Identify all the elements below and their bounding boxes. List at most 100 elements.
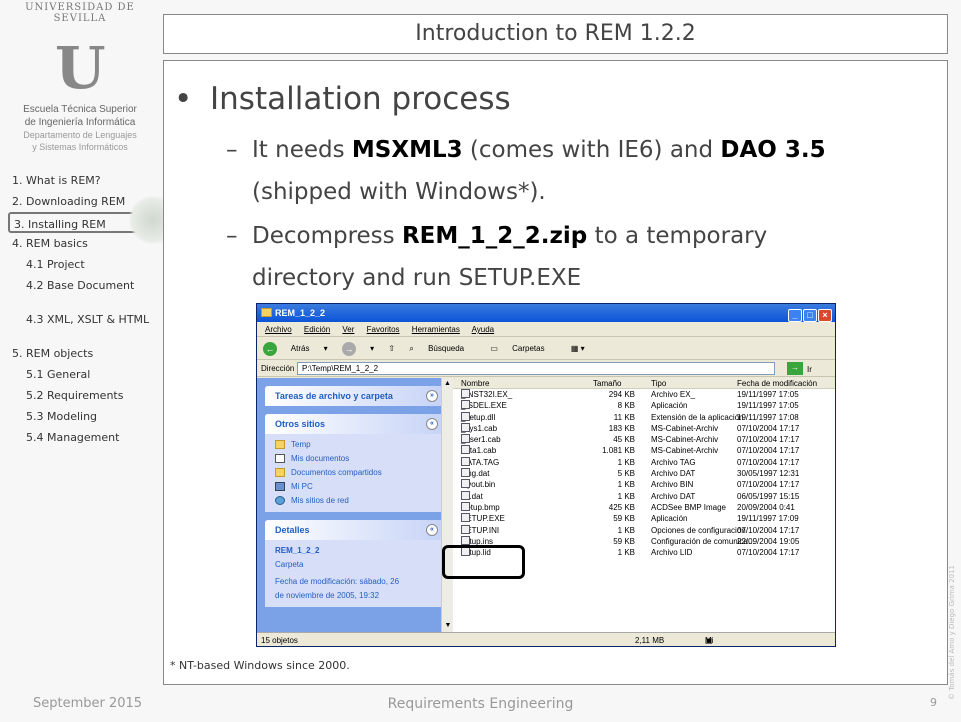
file-row[interactable]: _sys1.cab 183 KB MS-Cabinet-Archiv 07/10/20… — [453, 422, 835, 434]
nav-item-installing-rem[interactable]: 3. Installing REM — [8, 212, 148, 233]
file-size: 5 KB — [617, 469, 635, 479]
place-label: Documentos compartidos — [291, 468, 382, 477]
file-name: layout.bin — [461, 479, 495, 490]
status-location-label: Mi PC — [705, 636, 714, 645]
folder-icon — [275, 468, 285, 478]
other-places-header[interactable]: Otros sitios « — [265, 414, 444, 434]
col-type[interactable]: Tipo — [651, 378, 666, 389]
file-icon — [461, 422, 470, 432]
menu-ayuda[interactable]: Ayuda — [472, 325, 495, 334]
col-name[interactable]: Nombre — [461, 378, 489, 389]
nav-item-general[interactable]: 5.1 General — [12, 364, 162, 385]
file-size: 1 KB — [617, 457, 635, 467]
file-type: Archivo BIN — [651, 480, 694, 490]
chevron-up-icon[interactable]: « — [426, 418, 438, 430]
file-type: Archivo TAG — [651, 457, 696, 467]
file-row[interactable]: _setup.dll 11 KB Extensión de la aplicació… — [453, 411, 835, 423]
place-network[interactable]: Mis sitios de red — [275, 494, 434, 508]
menu-ver[interactable]: Ver — [342, 325, 354, 334]
nav-item-base-document[interactable]: 4.2 Base Document — [12, 275, 162, 309]
file-type: Archivo LID — [651, 548, 693, 558]
place-temp[interactable]: Temp — [275, 438, 434, 452]
place-my-pc[interactable]: Mi PC — [275, 480, 434, 494]
file-type: Archivo DAT — [651, 469, 696, 479]
menu-bar: Archivo Edición Ver Favoritos Herramient… — [257, 322, 835, 337]
file-row[interactable]: _ISDEL.EXE 8 KB Aplicación 19/11/1997 17:05 — [453, 400, 835, 411]
address-input[interactable]: P:\Temp\REM_1_2_2 — [297, 362, 775, 375]
file-row[interactable]: lang.dat 5 KB Archivo DAT 30/05/1997 12:31 — [453, 468, 835, 479]
go-label[interactable]: Ir — [807, 361, 812, 378]
nav-item-project[interactable]: 4.1 Project — [12, 254, 162, 275]
slide: UNIVERSIDAD DE SEVILLA U Escuela Técnica… — [0, 0, 961, 722]
file-row[interactable]: _INST32I.EX_ 294 KB Archivo EX_ 19/11/1997 … — [453, 389, 835, 400]
minimize-button[interactable]: _ — [788, 309, 802, 322]
detail-name: REM_1_2_2 — [275, 546, 320, 555]
file-name: _sys1.cab — [461, 422, 497, 434]
views-button[interactable]: ▦ ▾ — [571, 344, 585, 353]
file-modified: 07/10/2004 17:17 — [737, 435, 800, 445]
details-title: Detalles — [275, 525, 310, 535]
menu-herramientas[interactable]: Herramientas — [412, 325, 460, 334]
menu-favoritos[interactable]: Favoritos — [367, 325, 400, 334]
file-type: MS-Cabinet-Archiv — [651, 446, 719, 456]
file-row[interactable]: Setup.bmp 425 KB ACDSee BMP Image 20/09/200… — [453, 501, 835, 513]
col-modified[interactable]: Fecha de modificación — [737, 378, 817, 389]
file-row[interactable]: _user1.cab 45 KB MS-Cabinet-Archiv 07/10/20… — [453, 434, 835, 445]
file-icon — [461, 501, 470, 511]
chevron-down-icon[interactable]: » — [426, 390, 438, 402]
file-icon — [461, 456, 470, 466]
status-size: 2,11 MB — [635, 636, 665, 645]
status-count: 15 objetos — [261, 636, 298, 645]
file-row[interactable]: SETUP.EXE 59 KB Aplicación 19/11/1997 17:09 — [453, 513, 835, 524]
menu-edicion[interactable]: Edición — [304, 325, 330, 334]
col-size[interactable]: Tamaño — [593, 378, 621, 389]
file-type: Archivo DAT — [651, 491, 696, 501]
nav-item-rem-objects[interactable]: 5. REM objects — [12, 343, 162, 364]
folders-icon: ▭ — [490, 344, 498, 353]
go-button[interactable]: → — [787, 362, 803, 375]
sub1-dao: DAO 3.5 — [720, 137, 826, 163]
file-size: 1.081 KB — [602, 446, 635, 456]
nav-item-xml-xslt-html[interactable]: 4.3 XML, XSLT & HTML — [12, 309, 162, 343]
file-row[interactable]: DATA.TAG 1 KB Archivo TAG 07/10/2004 17:17 — [453, 456, 835, 468]
search-button[interactable]: ⌕ Búsqueda — [409, 344, 476, 353]
chevron-up-icon[interactable]: « — [426, 524, 438, 536]
folders-button[interactable]: ▭ Carpetas — [490, 344, 556, 353]
nav-item-requirements[interactable]: 5.2 Requirements — [12, 385, 162, 406]
file-modified: 07/10/2004 17:17 — [737, 525, 800, 535]
forward-button[interactable]: → ▾ — [341, 341, 374, 356]
nav-item-management[interactable]: 5.4 Management — [12, 427, 162, 448]
toolbar: ← Atrás ▾ → ▾ ⇧ ⌕ Búsqueda ▭ Carpetas ▦ … — [257, 337, 835, 360]
file-row[interactable]: os.dat 1 KB Archivo DAT 06/05/1997 15:15 — [453, 490, 835, 502]
folder-icon — [275, 440, 285, 450]
file-row[interactable]: SETUP.INI 1 KB Opciones de configuración 07… — [453, 524, 835, 536]
sub2-text-a: Decompress — [252, 223, 402, 249]
address-label: Dirección — [261, 364, 295, 373]
file-row[interactable]: layout.bin 1 KB Archivo BIN 07/10/2004 17:1… — [453, 479, 835, 490]
file-row[interactable]: data1.cab 1.081 KB MS-Cabinet-Archiv 07/10/… — [453, 445, 835, 456]
file-name: data1.cab — [461, 445, 496, 456]
details-header[interactable]: Detalles « — [265, 520, 444, 540]
nav-item-modeling[interactable]: 5.3 Modeling — [12, 406, 162, 427]
nav-item-what-is-rem[interactable]: 1. What is REM? — [12, 170, 162, 191]
back-button[interactable]: ← Atrás ▾ — [263, 341, 328, 356]
department-line2: y Sistemas Informáticos — [32, 142, 128, 152]
file-name: Setup.bmp — [461, 501, 500, 513]
place-my-documents[interactable]: Mis documentos — [275, 452, 434, 466]
close-button[interactable]: × — [818, 309, 832, 322]
sub1-text-a: It needs — [252, 137, 352, 163]
task-pane-scrollbar[interactable]: ▲ ▼ — [441, 378, 453, 632]
file-size: 45 KB — [613, 435, 635, 445]
scroll-up-icon[interactable]: ▲ — [442, 378, 453, 390]
file-modified: 30/05/1997 12:31 — [737, 469, 800, 479]
window-titlebar[interactable]: REM_1_2_2 _ □ × — [257, 304, 835, 322]
file-list: Nombre Tamaño Tipo Fecha de modificación… — [453, 378, 835, 632]
place-shared-documents[interactable]: Documentos compartidos — [275, 466, 434, 480]
menu-archivo[interactable]: Archivo — [265, 325, 292, 334]
up-folder-button[interactable]: ⇧ — [388, 344, 395, 353]
file-modified: 19/11/1997 17:09 — [737, 514, 799, 524]
maximize-button[interactable]: □ — [803, 309, 817, 322]
tasks-panel-header[interactable]: Tareas de archivo y carpeta » — [265, 386, 444, 406]
place-label: Mis documentos — [291, 454, 350, 463]
department-line1: Departamento de Lenguajes — [23, 130, 137, 140]
